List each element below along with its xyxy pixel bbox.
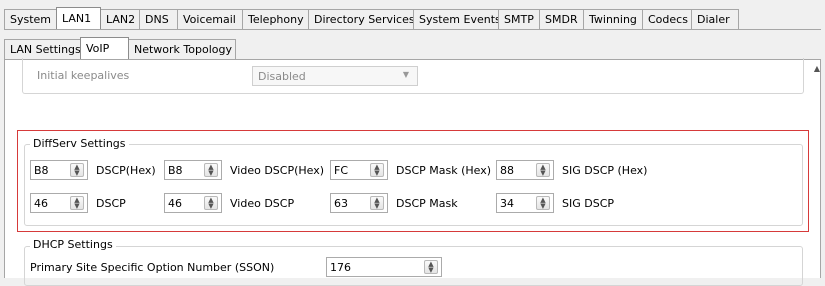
dscp-value: 46: [34, 196, 48, 210]
tab-lan1[interactable]: LAN1: [56, 7, 101, 29]
tab-directory-services[interactable]: Directory Services: [308, 9, 415, 29]
sson-label: Primary Site Specific Option Number (SSO…: [30, 261, 275, 274]
initial-keepalives-value: Disabled: [258, 69, 306, 83]
tab-label: SMTP: [504, 13, 534, 26]
diffserv-group: [24, 144, 803, 226]
tab-label: LAN Settings: [10, 43, 81, 56]
tab-telephony[interactable]: Telephony: [242, 9, 309, 29]
sig-dscp-hex-field[interactable]: 88 ▲ ▼: [496, 160, 554, 180]
main-tab-bar: System LAN1 LAN2 DNS Voicemail Telephony…: [4, 7, 739, 29]
dscp-hex-field[interactable]: B8 ▲ ▼: [30, 160, 88, 180]
sig-dscp-label: SIG DSCP: [562, 197, 615, 210]
tab-label: Twinning: [589, 13, 637, 26]
tab-label: System Events: [419, 13, 501, 26]
video-dscp-field[interactable]: 46 ▲ ▼: [164, 193, 222, 213]
tab-bar-divider: [4, 29, 821, 30]
spinner-arrows-icon[interactable]: ▲ ▼: [204, 196, 218, 210]
dscp-hex-label: DSCP(Hex): [96, 164, 156, 177]
tab-dialer[interactable]: Dialer: [691, 9, 739, 29]
tab-label: LAN2: [106, 13, 136, 26]
chevron-down-icon: ▼: [402, 70, 409, 79]
tab-twinning[interactable]: Twinning: [583, 9, 643, 29]
tab-codecs[interactable]: Codecs: [642, 9, 692, 29]
tab-label: Telephony: [248, 13, 304, 26]
video-dscp-value: 46: [168, 196, 182, 210]
spinner-arrows-icon[interactable]: ▲ ▼: [370, 196, 384, 210]
tab-lan2[interactable]: LAN2: [100, 9, 140, 29]
spinner-arrows-icon[interactable]: ▲ ▼: [536, 196, 550, 210]
spinner-arrows-icon[interactable]: ▲ ▼: [370, 163, 384, 177]
tab-label: Dialer: [697, 13, 730, 26]
tab-dns[interactable]: DNS: [139, 9, 178, 29]
tab-label: VoIP: [86, 42, 110, 55]
video-dscp-hex-label: Video DSCP(Hex): [230, 164, 325, 177]
diffserv-title: DiffServ Settings: [30, 137, 129, 150]
dscp-field[interactable]: 46 ▲ ▼: [30, 193, 88, 213]
dhcp-title: DHCP Settings: [30, 238, 116, 251]
tab-label: DNS: [145, 13, 169, 26]
tab-label: System: [10, 13, 52, 26]
sig-dscp-hex-value: 88: [500, 163, 514, 177]
spinner-arrows-icon[interactable]: ▲ ▼: [204, 163, 218, 177]
tab-label: Voicemail: [183, 13, 236, 26]
video-dscp-hex-field[interactable]: B8 ▲ ▼: [164, 160, 222, 180]
sig-dscp-field[interactable]: 34 ▲ ▼: [496, 193, 554, 213]
spinner-arrows-icon[interactable]: ▲ ▼: [424, 260, 438, 274]
dscp-mask-hex-field[interactable]: FC ▲ ▼: [330, 160, 388, 180]
tab-label: SMDR: [545, 13, 578, 26]
initial-keepalives-label: Initial keepalives: [37, 69, 130, 82]
dscp-mask-hex-value: FC: [334, 163, 349, 177]
dscp-mask-hex-label: DSCP Mask (Hex): [396, 164, 492, 177]
spinner-arrows-icon[interactable]: ▲ ▼: [70, 163, 84, 177]
initial-keepalives-select[interactable]: Disabled ▼: [252, 66, 418, 86]
sson-field[interactable]: 176 ▲ ▼: [326, 257, 442, 277]
tab-system-events[interactable]: System Events: [413, 9, 501, 29]
tab-network-topology[interactable]: Network Topology: [128, 39, 236, 59]
sson-value: 176: [330, 260, 351, 274]
sig-dscp-value: 34: [500, 196, 514, 210]
dscp-mask-value: 63: [334, 196, 348, 210]
dscp-hex-value: B8: [34, 163, 49, 177]
video-dscp-hex-value: B8: [168, 163, 183, 177]
tab-smdr[interactable]: SMDR: [539, 9, 584, 29]
tab-label: Network Topology: [134, 43, 232, 56]
dscp-mask-field[interactable]: 63 ▲ ▼: [330, 193, 388, 213]
spinner-arrows-icon[interactable]: ▲ ▼: [70, 196, 84, 210]
scroll-up-arrow-icon[interactable]: ▲: [811, 62, 823, 74]
tab-voicemail[interactable]: Voicemail: [177, 9, 243, 29]
dscp-mask-label: DSCP Mask: [396, 197, 458, 210]
sub-tab-bar: LAN Settings VoIP Network Topology: [4, 37, 236, 59]
tab-system[interactable]: System: [4, 9, 57, 29]
tab-lan-settings[interactable]: LAN Settings: [4, 39, 81, 59]
tab-label: LAN1: [62, 12, 92, 25]
tab-label: Codecs: [648, 13, 688, 26]
video-dscp-label: Video DSCP: [230, 197, 295, 210]
spinner-arrows-icon[interactable]: ▲ ▼: [536, 163, 550, 177]
dscp-label: DSCP: [96, 197, 126, 210]
tab-label: Directory Services: [314, 13, 415, 26]
tab-voip[interactable]: VoIP: [80, 37, 129, 59]
sig-dscp-hex-label: SIG DSCP (Hex): [562, 164, 648, 177]
tab-smtp[interactable]: SMTP: [498, 9, 540, 29]
